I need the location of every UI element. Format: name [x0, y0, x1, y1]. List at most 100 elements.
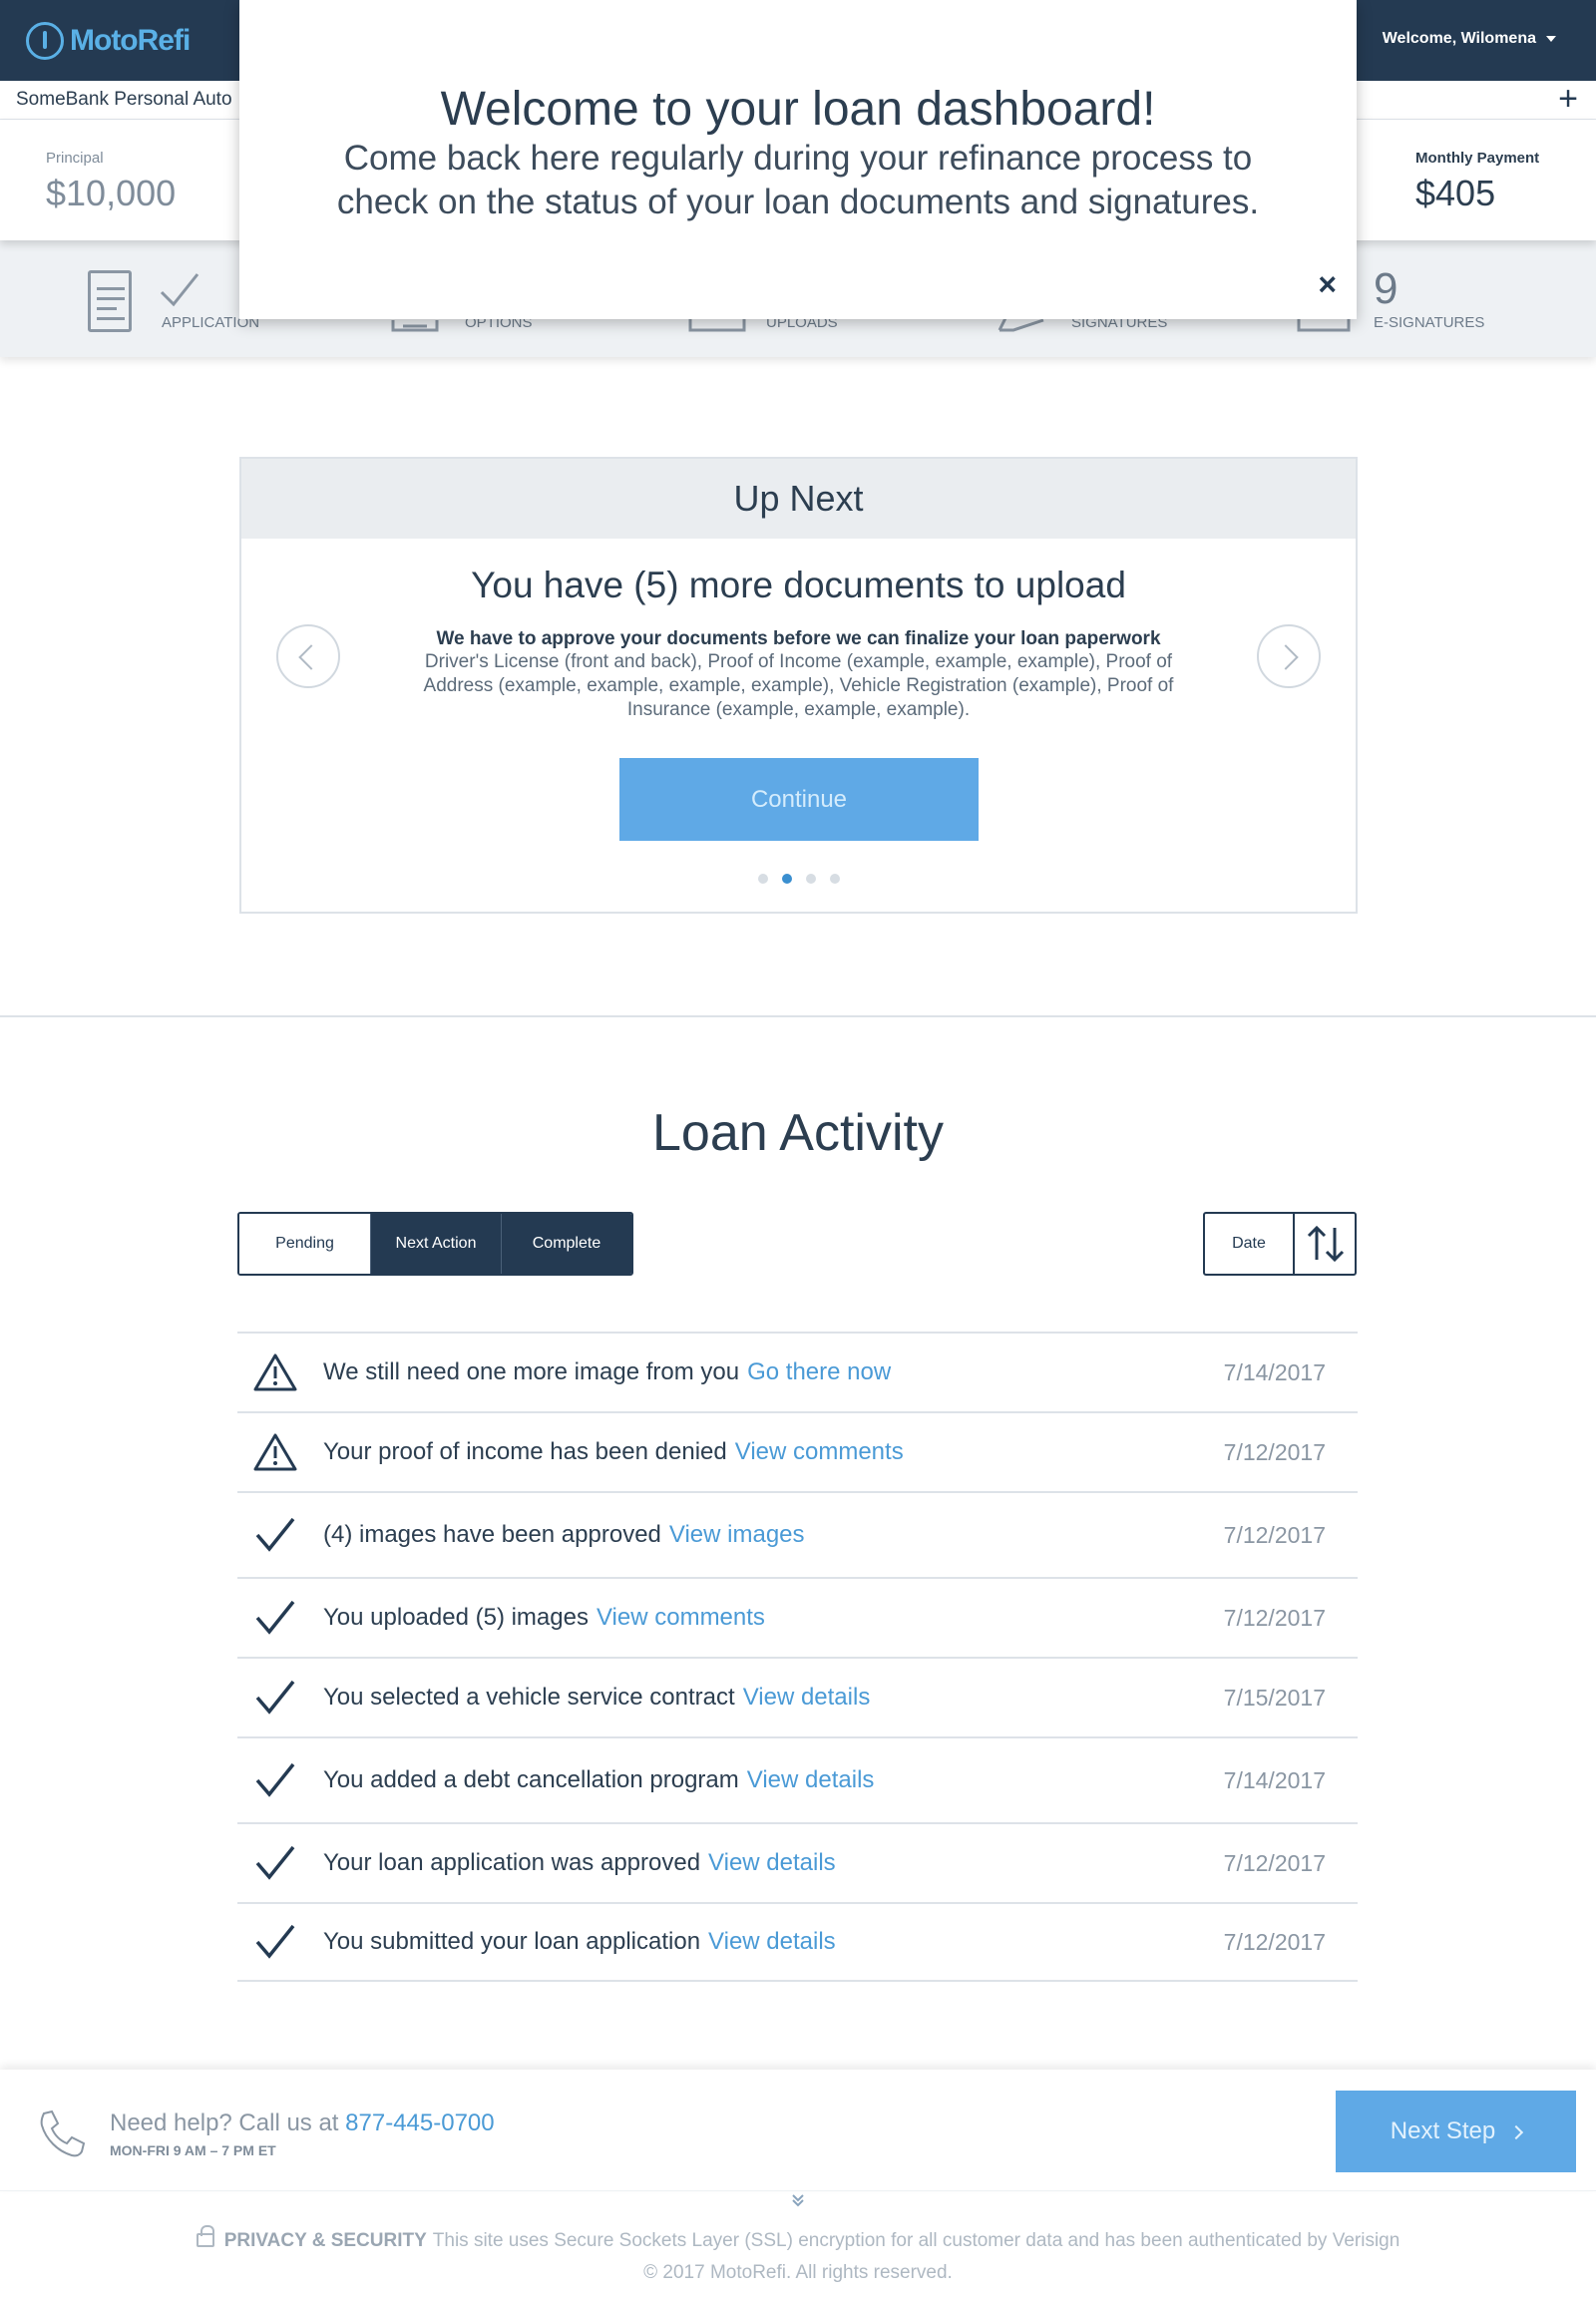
checkmark-icon: [255, 1845, 295, 1880]
activity-message: You selected a vehicle service contract V…: [323, 1684, 870, 1712]
activity-date: 7/12/2017: [1223, 1849, 1326, 1876]
carousel-dot[interactable]: [829, 874, 840, 884]
next-step-label: Next Step: [1390, 2117, 1496, 2144]
activity-text: Your proof of income has been denied: [323, 1438, 727, 1465]
user-menu[interactable]: Welcome, Wilomena: [1383, 30, 1556, 48]
welcome-text: Welcome, Wilomena: [1382, 30, 1536, 47]
up-next-description: Driver's License (front and back), Proof…: [423, 651, 1174, 720]
up-next-subtitle: We have to approve your documents before…: [436, 628, 1161, 649]
carousel-dot-active[interactable]: [781, 874, 792, 884]
double-chevron-down-icon[interactable]: [790, 2192, 806, 2208]
logo-text: MotoRefi: [70, 24, 191, 57]
activity-date: 7/12/2017: [1223, 1928, 1326, 1955]
principal-label: Principal: [46, 150, 104, 167]
checkmark-icon: [255, 1680, 295, 1715]
help-phone-link[interactable]: 877-445-0700: [345, 2109, 494, 2136]
tab-next-action[interactable]: Next Action: [370, 1214, 501, 1274]
carousel-dots: [241, 874, 1356, 884]
sort-label: Date: [1205, 1214, 1295, 1274]
activity-message: You submitted your loan application View …: [323, 1928, 836, 1956]
continue-button[interactable]: Continue: [619, 758, 979, 841]
up-next-card: Up Next You have (5) more documents to u…: [239, 457, 1358, 914]
activity-message: You added a debt cancellation program Vie…: [323, 1766, 874, 1794]
copyright: © 2017 MotoRefi. All rights reserved.: [643, 2262, 953, 2283]
lock-icon: [196, 2225, 214, 2247]
modal-body: Come back here regularly during your ref…: [336, 139, 1260, 221]
activity-link[interactable]: View comments: [735, 1438, 904, 1465]
privacy-notice: PRIVACY & SECURITY This site uses Secure …: [0, 2225, 1596, 2252]
activity-list: We still need one more image from you Go …: [237, 1332, 1358, 1982]
phone-icon: [40, 2109, 86, 2157]
activity-message: Your loan application was approved View d…: [323, 1849, 836, 1877]
activity-date: 7/12/2017: [1223, 1438, 1326, 1465]
modal-title: Welcome to your loan dashboard!: [440, 83, 1156, 136]
activity-filter-tabs: Pending Next Action Complete: [237, 1212, 633, 1276]
help-hours: MON-FRI 9 AM – 7 PM ET: [110, 2142, 276, 2158]
activity-text: (4) images have been approved: [323, 1521, 661, 1548]
activity-message: We still need one more image from you Go …: [323, 1358, 891, 1386]
tab-pending[interactable]: Pending: [239, 1214, 370, 1274]
monthly-payment-stat: Monthly Payment $405: [1415, 150, 1539, 214]
activity-link[interactable]: View details: [708, 1928, 836, 1955]
loan-title: SomeBank Personal Auto: [16, 89, 232, 110]
help-label: Need help? Call us at: [110, 2109, 339, 2136]
activity-text: You submitted your loan application: [323, 1928, 701, 1955]
checkmark-icon: [160, 273, 200, 307]
carousel-dot[interactable]: [757, 874, 768, 884]
checkmark-icon: [255, 1600, 295, 1635]
monthly-payment-label: Monthly Payment: [1415, 150, 1540, 167]
activity-date: 7/14/2017: [1223, 1358, 1326, 1385]
sort-control[interactable]: Date: [1203, 1212, 1357, 1276]
close-icon[interactable]: ×: [1318, 268, 1337, 300]
checkmark-icon: [255, 1762, 295, 1797]
help-bar: Need help? Call us at 877-445-0700 MON-F…: [0, 2070, 1596, 2191]
carousel-dot[interactable]: [805, 874, 816, 884]
activity-row: We still need one more image from you Go …: [237, 1332, 1358, 1411]
chevron-down-icon: [1546, 36, 1556, 42]
activity-date: 7/12/2017: [1223, 1521, 1326, 1548]
activity-link[interactable]: Go there now: [747, 1358, 891, 1385]
logo-icon: [26, 22, 64, 60]
expand-plus-icon[interactable]: +: [1558, 81, 1578, 117]
privacy-heading: PRIVACY & SECURITY: [223, 2230, 427, 2251]
activity-text: You selected a vehicle service contract: [323, 1684, 735, 1711]
activity-row: You submitted your loan application View …: [237, 1902, 1358, 1982]
loan-activity-title: Loan Activity: [652, 1104, 944, 1162]
warning-icon: [253, 1353, 297, 1391]
activity-text: Your loan application was approved: [323, 1849, 701, 1876]
checkmark-icon: [255, 1924, 295, 1959]
activity-text: You uploaded (5) images: [323, 1604, 589, 1631]
activity-link[interactable]: View details: [708, 1849, 836, 1876]
activity-date: 7/15/2017: [1223, 1684, 1326, 1711]
page: MotoRefi Welcome, Wilomena SomeBank Pers…: [0, 0, 1596, 2299]
activity-row: Your proof of income has been denied View…: [237, 1411, 1358, 1491]
activity-date: 7/14/2017: [1223, 1766, 1326, 1793]
next-step-button[interactable]: Next Step: [1336, 2091, 1576, 2172]
activity-link[interactable]: View details: [743, 1684, 871, 1711]
up-next-title: You have (5) more documents to upload: [471, 565, 1126, 605]
chevron-right-icon: [1509, 2124, 1524, 2139]
privacy-text: This site uses Secure Sockets Layer (SSL…: [432, 2230, 1400, 2251]
activity-link[interactable]: View details: [747, 1766, 875, 1793]
activity-message: Your proof of income has been denied View…: [323, 1438, 904, 1466]
e-signatures-count: 9: [1374, 264, 1398, 313]
activity-text: You added a debt cancellation program: [323, 1766, 739, 1793]
checkmark-icon: [255, 1517, 295, 1552]
activity-message: You uploaded (5) images View comments: [323, 1604, 765, 1632]
activity-link[interactable]: View images: [669, 1521, 805, 1548]
monthly-payment-value: $405: [1415, 173, 1496, 213]
principal-value: $10,000: [46, 173, 177, 213]
section-divider: [0, 1015, 1596, 1017]
activity-message: (4) images have been approved View images: [323, 1521, 805, 1549]
tab-complete[interactable]: Complete: [501, 1214, 631, 1274]
carousel-prev-arrow-icon[interactable]: [276, 624, 340, 688]
activity-row: (4) images have been approved View images…: [237, 1491, 1358, 1577]
logo[interactable]: MotoRefi: [26, 22, 191, 60]
document-icon: [88, 270, 132, 332]
carousel-next-arrow-icon[interactable]: [1257, 624, 1321, 688]
activity-link[interactable]: View comments: [597, 1604, 765, 1631]
sort-arrows-icon[interactable]: [1295, 1214, 1355, 1274]
activity-row: Your loan application was approved View d…: [237, 1822, 1358, 1902]
activity-row: You uploaded (5) images View comments 7/12…: [237, 1577, 1358, 1657]
activity-row: You added a debt cancellation program Vie…: [237, 1736, 1358, 1822]
